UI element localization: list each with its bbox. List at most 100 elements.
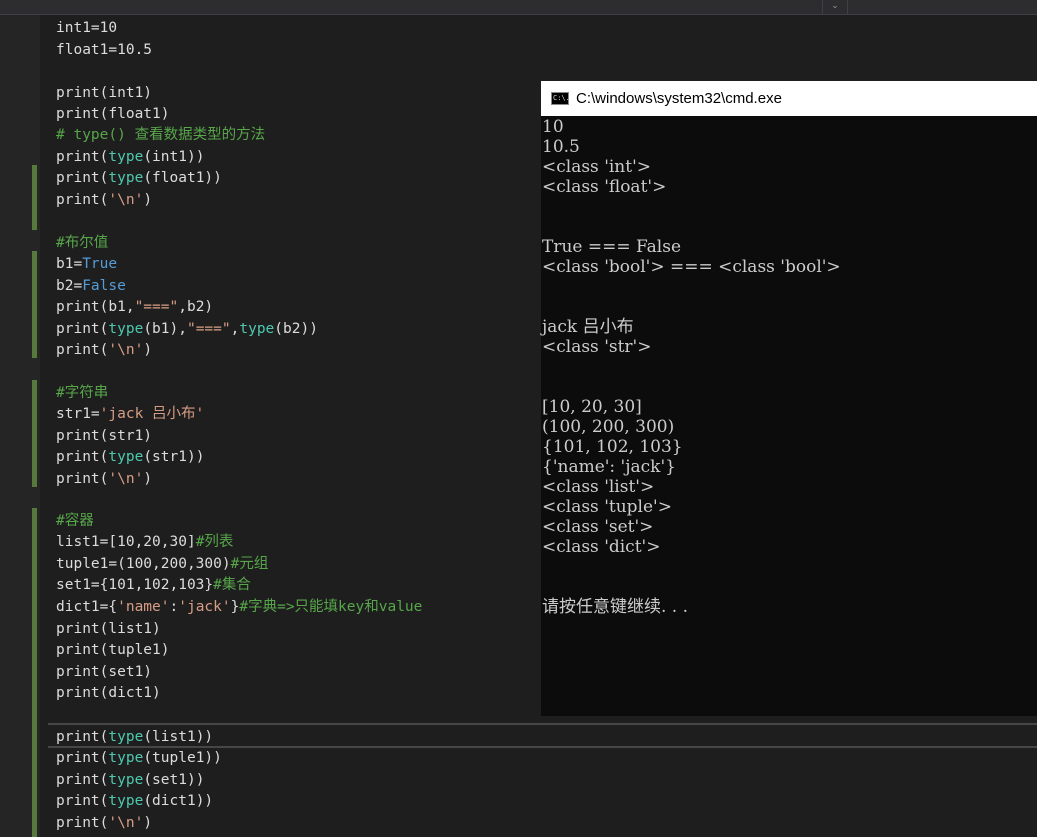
console-line: <class 'tuple'>	[542, 497, 672, 517]
code-token: #容器	[56, 513, 94, 529]
code-token: print(float1)	[56, 106, 170, 122]
code-token: type	[108, 793, 144, 809]
code-line: print(b1,"===",b2)	[56, 297, 213, 318]
code-token: #集合	[213, 577, 251, 593]
console-line: <class 'str'>	[542, 337, 652, 357]
code-token: print(set1)	[56, 664, 153, 680]
code-line: #字符串	[56, 383, 108, 404]
code-line: print(type(b1),"===",type(b2))	[56, 319, 318, 340]
code-token: 'jack 吕小布'	[99, 406, 205, 422]
code-token: True	[82, 256, 118, 272]
code-line: print(float1)	[56, 104, 170, 125]
code-token: type	[239, 321, 275, 337]
code-token: ,b2)	[178, 299, 214, 315]
line-gutter	[0, 15, 40, 837]
console-line: {'name': 'jack'}	[542, 457, 676, 477]
code-token: list1=[10,20,30]	[56, 534, 196, 550]
console-line: <class 'bool'> === <class 'bool'>	[542, 257, 841, 277]
code-token: (dict1))	[143, 793, 214, 809]
code-line: print('\n')	[56, 813, 152, 834]
code-token: type	[108, 449, 144, 465]
code-token: 'jack'	[178, 599, 231, 615]
console-line: 请按任意键继续. . .	[542, 597, 689, 617]
code-token: (str1))	[143, 449, 205, 465]
code-line: print(set1)	[56, 662, 152, 683]
console-line: jack 吕小布	[542, 317, 634, 337]
code-token: #字典=>只能填key和value	[239, 599, 423, 615]
console-line: <class 'dict'>	[542, 537, 661, 557]
code-token: print(	[56, 170, 109, 186]
code-token: (b2))	[274, 321, 318, 337]
code-token: print(	[56, 793, 109, 809]
code-line: tuple1=(100,200,300)#元组	[56, 554, 268, 575]
console-title-bar[interactable]: C:\. C:\windows\system32\cmd.exe	[541, 81, 1037, 116]
code-line: print('\n')	[56, 190, 152, 211]
code-token: )	[143, 471, 153, 487]
code-token: type	[108, 729, 144, 745]
dropdown-chevron-icon[interactable]: ⌄	[822, 0, 848, 14]
code-token: print(	[56, 149, 109, 165]
code-line: print(type(int1))	[56, 147, 204, 168]
code-token: '\n'	[108, 471, 144, 487]
console-title: C:\windows\system32\cmd.exe	[576, 90, 782, 107]
code-token: (list1))	[143, 729, 214, 745]
console-line: <class 'int'>	[542, 157, 651, 177]
code-token: set1={101,102,103}	[56, 577, 214, 593]
console-line: 10.5	[542, 137, 580, 157]
change-indicator	[32, 251, 37, 358]
code-token: print(	[56, 471, 109, 487]
code-token: tuple1=(100,200,300)	[56, 556, 231, 572]
code-token: dict1={	[56, 599, 118, 615]
code-line: print(type(list1))	[56, 727, 213, 748]
code-token: (tuple1))	[143, 750, 222, 766]
code-line: str1='jack 吕小布'	[56, 404, 204, 425]
console-line: 10	[542, 117, 564, 137]
code-line: #布尔值	[56, 233, 108, 254]
code-line: float1=10.5	[56, 40, 152, 61]
code-token: int1=10	[56, 20, 118, 36]
code-line: print(type(dict1))	[56, 791, 213, 812]
code-token: b1=	[56, 256, 83, 272]
console-line: True === False	[542, 237, 682, 257]
change-indicator	[32, 508, 37, 837]
code-line: print(type(str1))	[56, 447, 204, 468]
code-token: )	[143, 192, 153, 208]
console-window[interactable]: C:\. C:\windows\system32\cmd.exe 10 10.5 <…	[541, 81, 1037, 716]
cmd-icon: C:\.	[551, 92, 570, 105]
code-token: # type() 查看数据类型的方法	[56, 127, 266, 143]
change-indicator	[32, 165, 37, 230]
code-token: str1=	[56, 406, 100, 422]
code-token: type	[108, 772, 144, 788]
console-line: <class 'float'>	[542, 177, 667, 197]
code-line: print(list1)	[56, 619, 161, 640]
code-token: print(tuple1)	[56, 642, 170, 658]
code-line: print(type(float1))	[56, 168, 222, 189]
change-indicator	[32, 380, 37, 487]
code-token: b2=	[56, 278, 83, 294]
code-token: type	[108, 170, 144, 186]
code-token: #列表	[195, 534, 234, 550]
code-line: print(type(set1))	[56, 770, 204, 791]
code-line: print(int1)	[56, 83, 152, 104]
code-line: print(tuple1)	[56, 640, 170, 661]
code-line: list1=[10,20,30]#列表	[56, 532, 233, 553]
code-token: "==="	[134, 299, 179, 315]
console-line: <class 'set'>	[542, 517, 654, 537]
console-line: {101, 102, 103}	[542, 437, 683, 457]
editor-toolbar: ⌄	[0, 0, 1037, 15]
code-token: (int1))	[143, 149, 205, 165]
code-token: print(	[56, 449, 109, 465]
code-token: #布尔值	[56, 235, 109, 251]
code-token: print(	[56, 772, 109, 788]
code-line: print(str1)	[56, 426, 152, 447]
code-token: print(	[56, 750, 109, 766]
code-token: False	[82, 278, 126, 294]
code-token: type	[108, 750, 144, 766]
code-token: )	[143, 342, 153, 358]
code-token: print(dict1)	[56, 685, 161, 701]
code-token: "==="	[186, 321, 231, 337]
code-token: print(str1)	[56, 428, 153, 444]
code-token: '\n'	[108, 342, 144, 358]
code-token: (float1))	[143, 170, 222, 186]
code-token: print(	[56, 192, 109, 208]
